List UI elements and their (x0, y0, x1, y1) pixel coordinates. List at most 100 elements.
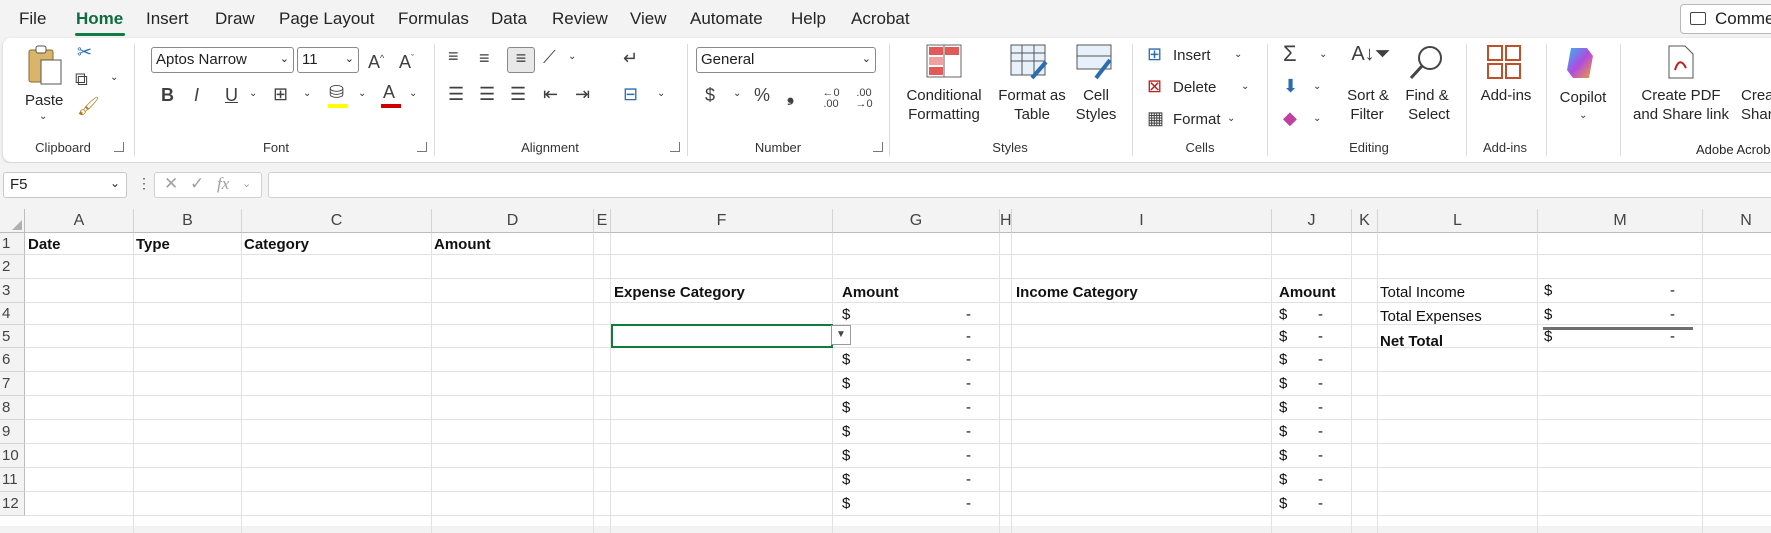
increase-indent-icon[interactable]: ⇥ (575, 84, 590, 104)
decrease-indent-icon[interactable]: ⇤ (543, 84, 558, 104)
chevron-down-icon[interactable]: ⌄ (733, 88, 741, 99)
cell-b1[interactable]: Type (136, 236, 170, 253)
column-header-j[interactable]: J (1272, 209, 1352, 233)
cell-j7-currency-symbol[interactable]: $ (1279, 375, 1287, 392)
cell-c1[interactable]: Category (244, 236, 309, 253)
chevron-down-icon[interactable]: ⌄ (1313, 113, 1321, 124)
cell-g10-value[interactable]: - (966, 447, 971, 464)
tab-page-layout[interactable]: Page Layout (279, 9, 374, 29)
align-bottom-icon[interactable]: ≡ (507, 47, 535, 73)
orientation-icon[interactable]: ⟋ (543, 47, 556, 67)
cell-j11-currency-symbol[interactable]: $ (1279, 471, 1287, 488)
chevron-down-icon[interactable]: ⌄ (242, 177, 251, 190)
cell-j5-value[interactable]: - (1318, 328, 1323, 345)
tab-formulas[interactable]: Formulas (398, 9, 469, 29)
align-right-icon[interactable]: ☰ (510, 84, 526, 104)
more-options-icon[interactable]: ⋮ (137, 175, 151, 192)
cell-m5-currency-symbol[interactable]: $ (1544, 328, 1552, 345)
row-header-2[interactable]: 2 (0, 255, 25, 279)
cell-g11-currency-symbol[interactable]: $ (842, 471, 850, 488)
cell-m4-currency-symbol[interactable]: $ (1544, 306, 1552, 323)
chevron-down-icon[interactable]: ⌄ (568, 51, 576, 62)
align-middle-icon[interactable]: ≡ (479, 48, 490, 68)
cell-j8-value[interactable]: - (1318, 399, 1323, 416)
column-header-h[interactable]: H (1000, 209, 1012, 233)
tab-draw[interactable]: Draw (215, 9, 255, 29)
cell-j12-currency-symbol[interactable]: $ (1279, 495, 1287, 512)
chevron-down-icon[interactable]: ⌄ (358, 88, 366, 99)
cell-g10-currency-symbol[interactable]: $ (842, 447, 850, 464)
copy-icon[interactable]: ⧉ (75, 69, 88, 89)
dialog-launcher-icon[interactable] (417, 142, 427, 152)
font-size-select[interactable]: 11 ⌄ (297, 47, 359, 73)
column-header-a[interactable]: A (25, 209, 134, 233)
chevron-down-icon[interactable]: ⌄ (1313, 81, 1321, 92)
worksheet[interactable]: ABCDEFGHIJKLMN 1 2 3 4 5 6 7 8 9 10 11 12 Date Type… (0, 209, 1771, 533)
row-header-5[interactable]: 5 (0, 325, 25, 348)
name-box[interactable]: F5 ⌄ (3, 172, 127, 198)
cell-l3[interactable]: Total Income (1380, 284, 1465, 301)
cell-g8-value[interactable]: - (966, 399, 971, 416)
column-header-b[interactable]: B (134, 209, 242, 233)
font-name-select[interactable]: Aptos Narrow ⌄ (151, 47, 294, 73)
enter-icon[interactable]: ✓ (190, 174, 204, 194)
chevron-down-icon[interactable]: ⌄ (110, 72, 118, 83)
cell-i3[interactable]: Income Category (1016, 284, 1138, 301)
cell-d1[interactable]: Amount (434, 236, 491, 253)
row-header-9[interactable]: 9 (0, 420, 25, 444)
tab-home[interactable]: Home (76, 9, 123, 29)
tab-help[interactable]: Help (791, 9, 826, 29)
cell-j6-value[interactable]: - (1318, 351, 1323, 368)
merge-center-icon[interactable]: ⊟ (623, 84, 638, 104)
cell-g7-value[interactable]: - (966, 375, 971, 392)
cell-j9-currency-symbol[interactable]: $ (1279, 423, 1287, 440)
cell-j12-value[interactable]: - (1318, 495, 1323, 512)
tab-automate[interactable]: Automate (690, 9, 763, 29)
cell-g9-value[interactable]: - (966, 423, 971, 440)
row-header-4[interactable]: 4 (0, 303, 25, 325)
wrap-text-icon[interactable]: ↵ (623, 48, 638, 68)
dialog-launcher-icon[interactable] (670, 142, 680, 152)
dialog-launcher-icon[interactable] (873, 142, 883, 152)
increase-decimal-button[interactable]: ←0 .00 (819, 88, 843, 110)
tab-view[interactable]: View (630, 9, 667, 29)
currency-format-button[interactable]: $ (705, 85, 715, 105)
row-header-7[interactable]: 7 (0, 372, 25, 396)
active-cell-f5[interactable] (611, 324, 833, 348)
cell-g9-currency-symbol[interactable]: $ (842, 423, 850, 440)
cell-j4-currency-symbol[interactable]: $ (1279, 306, 1287, 323)
percent-format-button[interactable]: % (754, 85, 770, 105)
cell-j6-currency-symbol[interactable]: $ (1279, 351, 1287, 368)
column-header-m[interactable]: M (1538, 209, 1703, 233)
underline-button[interactable]: U (225, 85, 238, 105)
column-header-i[interactable]: I (1012, 209, 1272, 233)
autosum-icon[interactable]: Σ (1283, 43, 1297, 65)
cell-j4-value[interactable]: - (1318, 306, 1323, 323)
cell-g7-currency-symbol[interactable]: $ (842, 375, 850, 392)
cell-g12-currency-symbol[interactable]: $ (842, 495, 850, 512)
align-top-icon[interactable]: ≡ (448, 46, 459, 66)
tab-file[interactable]: File (19, 9, 46, 29)
cell-j8-currency-symbol[interactable]: $ (1279, 399, 1287, 416)
dropdown-arrow-icon[interactable]: ▼ (831, 325, 851, 345)
cell-l4[interactable]: Total Expenses (1380, 308, 1482, 325)
chevron-down-icon[interactable]: ⌄ (303, 88, 311, 99)
cell-m5-value[interactable]: - (1670, 328, 1675, 345)
select-all-corner[interactable] (0, 209, 25, 233)
row-header-1[interactable]: 1 (0, 233, 25, 255)
number-format-select[interactable]: General ⌄ (696, 47, 876, 73)
fill-icon[interactable]: ⬇ (1283, 76, 1298, 96)
cell-j7-value[interactable]: - (1318, 375, 1323, 392)
column-header-c[interactable]: C (242, 209, 432, 233)
cell-g12-value[interactable]: - (966, 495, 971, 512)
cell-g11-value[interactable]: - (966, 471, 971, 488)
bold-button[interactable]: B (161, 85, 174, 105)
dialog-launcher-icon[interactable] (114, 142, 124, 152)
column-header-n[interactable]: N (1703, 209, 1771, 233)
increase-font-size-icon[interactable]: A^ (368, 48, 384, 72)
tab-insert[interactable]: Insert (146, 9, 189, 29)
cell-m3-currency-symbol[interactable]: $ (1544, 282, 1552, 299)
comments-button[interactable]: Comments (1680, 4, 1771, 34)
cell-j10-value[interactable]: - (1318, 447, 1323, 464)
cell-j9-value[interactable]: - (1318, 423, 1323, 440)
